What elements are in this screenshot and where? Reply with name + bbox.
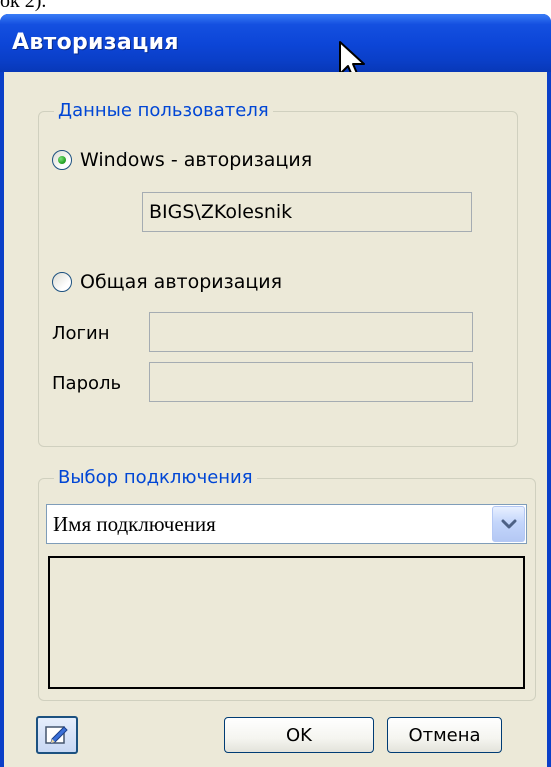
password-input[interactable] <box>149 362 473 402</box>
password-label: Пароль <box>52 373 122 394</box>
radio-checked-icon <box>52 150 72 170</box>
windows-auth-radio[interactable]: Windows - авторизация <box>52 149 312 171</box>
title-bar[interactable]: Авторизация <box>0 14 551 72</box>
connection-select-value: Имя подключения <box>53 512 216 536</box>
ok-button[interactable]: OK <box>224 717 374 753</box>
connection-select[interactable]: Имя подключения <box>46 504 527 544</box>
dropdown-button[interactable] <box>492 506 525 542</box>
dialog-client-area: Данные пользователя Windows - авторизаци… <box>4 72 547 767</box>
login-label: Логин <box>52 323 110 344</box>
edit-icon <box>45 726 68 744</box>
windows-auth-label: Windows - авторизация <box>80 149 313 171</box>
login-input[interactable] <box>149 312 473 352</box>
common-auth-radio[interactable]: Общая авторизация <box>52 271 282 293</box>
connection-list[interactable] <box>48 556 525 689</box>
common-auth-label: Общая авторизация <box>80 271 283 293</box>
cancel-button[interactable]: Отмена <box>387 717 502 753</box>
authorization-dialog: Авторизация Данные пользователя Windows … <box>0 14 551 767</box>
window-title: Авторизация <box>12 30 179 55</box>
edit-button[interactable] <box>36 716 78 754</box>
chevron-down-icon <box>501 519 516 529</box>
connection-legend: Выбор подключения <box>54 466 257 490</box>
page-text-fragment: ок 2). <box>0 0 47 12</box>
user-data-legend: Данные пользователя <box>54 99 273 123</box>
radio-unchecked-icon <box>52 272 72 292</box>
windows-user-field: BIGS\ZKolesnik <box>142 192 472 232</box>
